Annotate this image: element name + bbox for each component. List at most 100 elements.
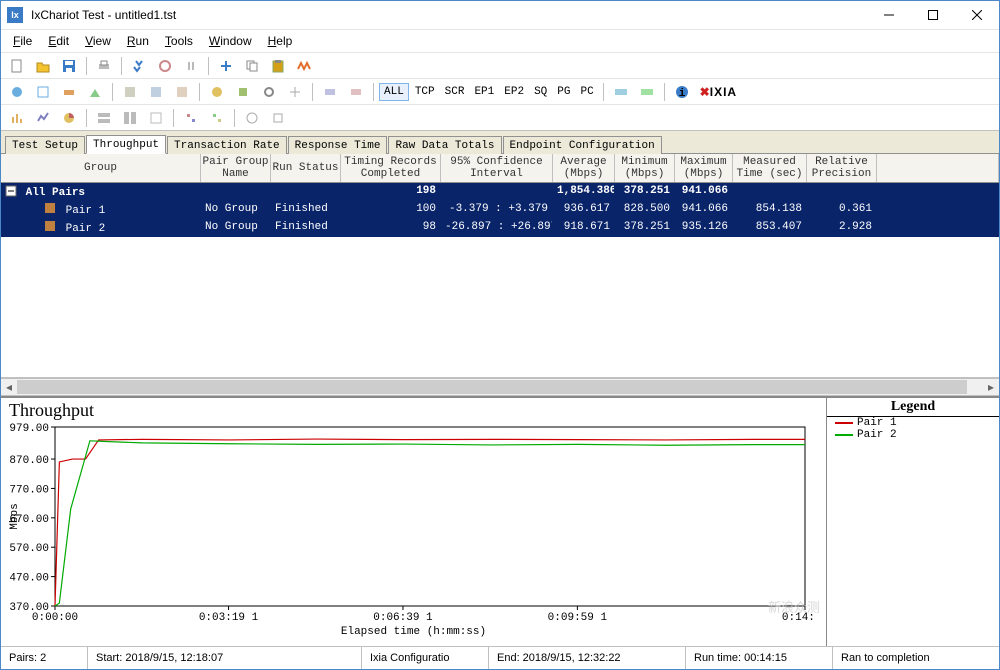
row-label: Pair 2 (66, 223, 106, 235)
tool-n-icon[interactable] (609, 80, 633, 104)
copy-icon[interactable] (240, 54, 264, 78)
stop-icon[interactable] (153, 54, 177, 78)
filter-pg[interactable]: PG (553, 84, 574, 100)
menu-window[interactable]: Window (201, 32, 260, 50)
tab-test-setup[interactable]: Test Setup (5, 136, 85, 154)
save-icon[interactable] (57, 54, 81, 78)
chart-c-icon[interactable] (57, 106, 81, 130)
tool-j-icon[interactable] (257, 80, 281, 104)
svg-text:770.00: 770.00 (9, 484, 49, 496)
tool-f-icon[interactable] (144, 80, 168, 104)
filter-sq[interactable]: SQ (530, 84, 551, 100)
tool-k-icon[interactable] (283, 80, 307, 104)
tool-o-icon[interactable] (635, 80, 659, 104)
tool-b-icon[interactable] (31, 80, 55, 104)
scroll-right-icon[interactable]: ▸ (983, 379, 999, 395)
misc-c-icon[interactable] (240, 106, 264, 130)
col-minimum[interactable]: Minimum(Mbps) (615, 154, 675, 182)
tool-l-icon[interactable] (318, 80, 342, 104)
menu-view[interactable]: View (77, 32, 119, 50)
scroll-left-icon[interactable]: ◂ (1, 379, 17, 395)
new-icon[interactable] (5, 54, 29, 78)
tab-throughput[interactable]: Throughput (86, 135, 166, 154)
table-row-pair-2[interactable]: Pair 2 No Group Finished 98 -26.897 : +2… (1, 219, 999, 237)
chart-title: Throughput (9, 400, 826, 421)
status-pairs: Pairs: 2 (1, 647, 88, 669)
tab-transaction-rate[interactable]: Transaction Rate (167, 136, 287, 154)
print-icon[interactable] (92, 54, 116, 78)
menu-edit[interactable]: Edit (40, 32, 77, 50)
menu-tools[interactable]: Tools (157, 32, 201, 50)
misc-d-icon[interactable] (266, 106, 290, 130)
col-confidence[interactable]: 95% ConfidenceInterval (441, 154, 553, 182)
chart-xlabel: Elapsed time (h:mm:ss) (1, 626, 826, 638)
chart-a-icon[interactable] (5, 106, 29, 130)
info-icon[interactable]: i (670, 80, 694, 104)
tool-d-icon[interactable] (83, 80, 107, 104)
menu-file[interactable]: File (5, 32, 40, 50)
results-table: Group Pair GroupName Run Status Timing R… (1, 154, 999, 396)
statusbar: Pairs: 2 Start: 2018/9/15, 12:18:07 Ixia… (1, 646, 999, 669)
table-row-all-pairs[interactable]: All Pairs 198 1,854.386 378.251 941.066 (1, 183, 999, 201)
table-row-pair-1[interactable]: Pair 1 No Group Finished 100 -3.379 : +3… (1, 201, 999, 219)
scroll-thumb[interactable] (17, 380, 967, 394)
svg-text:Mbps: Mbps (9, 503, 21, 529)
svg-text:0:00:00: 0:00:00 (32, 612, 78, 624)
add-icon[interactable] (214, 54, 238, 78)
col-timing-records[interactable]: Timing RecordsCompleted (341, 154, 441, 182)
misc-a-icon[interactable] (179, 106, 203, 130)
tab-endpoint-configuration[interactable]: Endpoint Configuration (503, 136, 662, 154)
tool-a-icon[interactable] (5, 80, 29, 104)
col-pair-group[interactable]: Pair GroupName (201, 154, 271, 182)
close-button[interactable] (955, 1, 999, 29)
col-average[interactable]: Average(Mbps) (553, 154, 615, 182)
layout-b-icon[interactable] (118, 106, 142, 130)
tool-c-icon[interactable] (57, 80, 81, 104)
filter-pc[interactable]: PC (576, 84, 597, 100)
menu-run[interactable]: Run (119, 32, 157, 50)
col-run-status[interactable]: Run Status (271, 154, 341, 182)
legend-item-pair-1[interactable]: Pair 1 (827, 417, 999, 429)
tool-h-icon[interactable] (205, 80, 229, 104)
svg-text:979.00: 979.00 (9, 423, 49, 435)
col-maximum[interactable]: Maximum(Mbps) (675, 154, 733, 182)
paste-icon[interactable] (266, 54, 290, 78)
svg-text:0:09:59 1: 0:09:59 1 (548, 612, 608, 624)
app-icon: Ix (7, 7, 23, 23)
layout-c-icon[interactable] (144, 106, 168, 130)
filter-tcp[interactable]: TCP (411, 84, 439, 100)
collapse-icon[interactable] (5, 185, 19, 199)
titlebar: Ix IxChariot Test - untitled1.tst (1, 1, 999, 30)
tool-g-icon[interactable] (170, 80, 194, 104)
misc-b-icon[interactable] (205, 106, 229, 130)
col-group[interactable]: Group (1, 154, 201, 182)
filter-ep1[interactable]: EP1 (470, 84, 498, 100)
filter-all[interactable]: ALL (379, 83, 409, 101)
col-precision[interactable]: RelativePrecision (807, 154, 877, 182)
tool-m-icon[interactable] (344, 80, 368, 104)
row-label: All Pairs (26, 187, 85, 199)
filter-ep2[interactable]: EP2 (500, 84, 528, 100)
pause-icon[interactable] (179, 54, 203, 78)
tool-i-icon[interactable] (231, 80, 255, 104)
layout-a-icon[interactable] (92, 106, 116, 130)
svg-text:870.00: 870.00 (9, 455, 49, 467)
run-icon[interactable] (127, 54, 151, 78)
filter-scr[interactable]: SCR (441, 84, 469, 100)
open-icon[interactable] (31, 54, 55, 78)
tab-response-time[interactable]: Response Time (288, 136, 388, 154)
col-measured-time[interactable]: MeasuredTime (sec) (733, 154, 807, 182)
legend-item-pair-2[interactable]: Pair 2 (827, 429, 999, 441)
tab-raw-data-totals[interactable]: Raw Data Totals (388, 136, 501, 154)
toolbar-standard (1, 52, 999, 78)
chart-b-icon[interactable] (31, 106, 55, 130)
table-hscroll[interactable]: ◂ ▸ (1, 378, 999, 395)
window-title: IxChariot Test - untitled1.tst (31, 8, 176, 22)
zigzag-icon[interactable] (292, 54, 316, 78)
svg-text:0:14:20: 0:14:20 (782, 612, 815, 624)
minimize-button[interactable] (867, 1, 911, 29)
tool-e-icon[interactable] (118, 80, 142, 104)
menu-help[interactable]: Help (260, 32, 301, 50)
maximize-button[interactable] (911, 1, 955, 29)
toolbar-chart (1, 104, 999, 130)
